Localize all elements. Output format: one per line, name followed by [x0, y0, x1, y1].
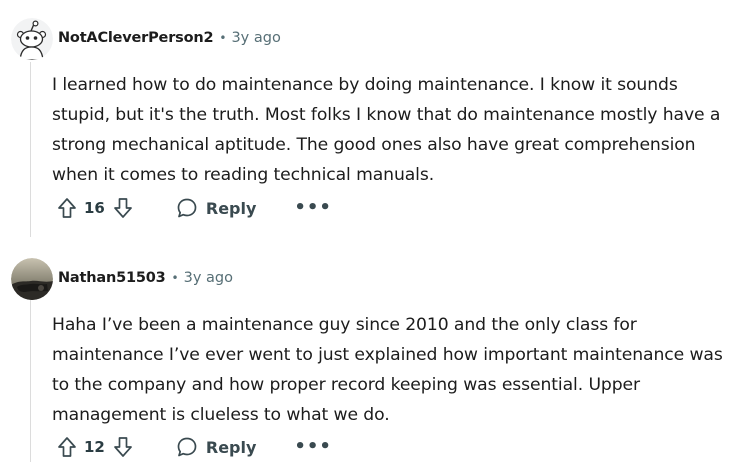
upvote-button[interactable] — [56, 435, 78, 459]
upvote-arrow-icon — [58, 437, 76, 457]
comment-header: NotACleverPerson2 • 3y ago — [58, 30, 281, 46]
snoo-avatar-icon — [11, 18, 53, 60]
comment-age[interactable]: 3y ago — [184, 270, 233, 286]
more-options-button[interactable]: ••• — [294, 438, 332, 456]
downvote-arrow-icon — [114, 437, 132, 457]
reply-label: Reply — [205, 437, 257, 457]
reply-label: Reply — [205, 198, 257, 218]
separator-dot: • — [171, 271, 179, 285]
thread-line[interactable] — [30, 62, 31, 237]
comment-body: I learned how to do maintenance by doing… — [52, 75, 721, 185]
reply-button[interactable]: Reply — [176, 197, 257, 219]
separator-dot: • — [219, 31, 227, 45]
photo-avatar-icon — [11, 258, 53, 300]
comment-header: Nathan51503 • 3y ago — [58, 270, 233, 286]
thread-line[interactable] — [30, 300, 31, 462]
comment-actions: 16 Reply ••• — [56, 196, 332, 220]
upvote-arrow-icon — [58, 198, 76, 218]
comment: Nathan51503 • 3y ago Haha I’ve been a ma… — [0, 240, 741, 462]
comment-age[interactable]: 3y ago — [231, 30, 280, 46]
speech-bubble-icon — [177, 437, 197, 457]
comment-body: Haha I’ve been a maintenance guy since 2… — [52, 315, 723, 425]
downvote-button[interactable] — [112, 196, 134, 220]
downvote-button[interactable] — [112, 435, 134, 459]
avatar[interactable] — [11, 258, 53, 300]
speech-bubble-icon — [177, 198, 197, 218]
vote-score: 16 — [84, 199, 105, 217]
more-options-button[interactable]: ••• — [294, 199, 332, 217]
comment-actions: 12 Reply ••• — [56, 435, 332, 459]
avatar[interactable] — [11, 18, 53, 60]
vote-score: 12 — [84, 438, 105, 456]
comment: NotACleverPerson2 • 3y ago I learned how… — [0, 0, 741, 237]
reply-button[interactable]: Reply — [176, 436, 257, 458]
upvote-button[interactable] — [56, 196, 78, 220]
username[interactable]: NotACleverPerson2 — [58, 30, 214, 46]
username[interactable]: Nathan51503 — [58, 270, 166, 286]
downvote-arrow-icon — [114, 198, 132, 218]
